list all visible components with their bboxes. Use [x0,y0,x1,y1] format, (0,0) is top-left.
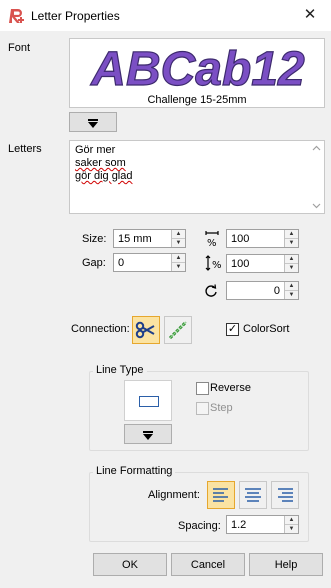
width-percent-spinbox[interactable]: 100 ▲ ▼ [226,229,299,248]
connection-cut-button[interactable] [132,316,160,344]
align-right-icon [278,488,293,502]
align-left-button[interactable] [207,481,235,509]
spin-up-icon[interactable]: ▲ [172,230,185,238]
spin-up-icon[interactable]: ▲ [172,254,185,262]
connection-stitch-button[interactable] [164,316,192,344]
help-button[interactable]: Help [249,553,323,576]
font-sample-text: ABCab12 [90,43,305,95]
window-title: Letter Properties [31,9,120,23]
spacing-spinbox[interactable]: 1.2 ▲ ▼ [226,515,299,534]
spacing-label: Spacing: [178,520,221,532]
font-dropdown-button[interactable] [69,112,117,132]
spin-down-icon[interactable]: ▼ [285,263,298,272]
dropdown-arrow-icon [143,431,153,440]
gap-spinbox[interactable]: 0 ▲ ▼ [113,253,186,272]
align-center-button[interactable] [239,481,267,509]
spin-down-icon[interactable]: ▼ [285,238,298,247]
svg-text:%: % [207,238,217,248]
letters-label: Letters [8,143,42,155]
width-percent-value: 100 [231,232,250,245]
gap-label: Gap: [82,257,106,269]
cancel-button[interactable]: Cancel [171,553,245,576]
size-value: 15 mm [118,232,152,245]
height-percent-spinbox[interactable]: 100 ▲ ▼ [226,254,299,273]
letters-scrollbar[interactable] [309,141,324,213]
font-name: Challenge 15-25mm [147,94,247,106]
spin-up-icon[interactable]: ▲ [285,282,298,290]
line-type-preview[interactable] [124,380,172,421]
line-type-title: Line Type [93,364,147,376]
alignment-label: Alignment: [148,489,200,501]
letters-textarea[interactable]: Gör mer saker som gör dig glad [69,140,325,214]
reverse-checkbox[interactable] [196,382,209,395]
scroll-up-icon [312,145,321,151]
spin-up-icon[interactable]: ▲ [285,230,298,238]
scroll-down-icon [312,203,321,209]
font-preview[interactable]: ABCab12 Challenge 15-25mm [69,38,325,108]
rotation-value: 0 [273,284,280,297]
dropdown-arrow-icon [88,119,98,128]
spin-down-icon[interactable]: ▼ [285,290,298,299]
spin-down-icon[interactable]: ▼ [285,524,298,533]
width-percent-icon: % [204,229,222,249]
svg-text:%: % [212,260,222,271]
align-center-icon [245,488,261,502]
reverse-label: Reverse [210,382,251,394]
spacing-value: 1.2 [231,518,247,531]
running-stitch-icon [168,320,188,340]
step-checkbox[interactable] [196,402,209,415]
colorsort-checkbox[interactable]: ✓ [226,323,239,336]
height-percent-value: 100 [231,257,250,270]
letters-line: Gör mer [75,144,116,156]
close-button[interactable]: ✕ [296,5,324,25]
line-type-dropdown-button[interactable] [124,424,172,444]
rotate-icon [203,283,219,299]
align-right-button[interactable] [271,481,299,509]
size-spinbox[interactable]: 15 mm ▲ ▼ [113,229,186,248]
scissors-icon [135,321,155,339]
ok-button[interactable]: OK [93,553,167,576]
font-label: Font [8,42,31,54]
straight-line-icon [139,396,159,407]
line-formatting-title: Line Formatting [93,465,176,477]
connection-label: Connection: [71,323,130,335]
spin-up-icon[interactable]: ▲ [285,255,298,263]
app-icon [8,7,26,25]
spin-up-icon[interactable]: ▲ [285,516,298,524]
step-label: Step [210,402,233,414]
align-left-icon [213,488,228,502]
spin-down-icon[interactable]: ▼ [172,238,185,247]
rotation-spinbox[interactable]: 0 ▲ ▼ [226,281,299,300]
colorsort-label: ColorSort [243,323,290,335]
height-percent-icon: % [204,254,224,273]
spin-down-icon[interactable]: ▼ [172,262,185,271]
letters-line: saker som [75,157,126,169]
gap-value: 0 [118,256,125,269]
letters-line: gör dig glad [75,170,133,182]
size-label: Size: [82,233,107,245]
font-sample-graphic: ABCab12 [90,42,306,95]
